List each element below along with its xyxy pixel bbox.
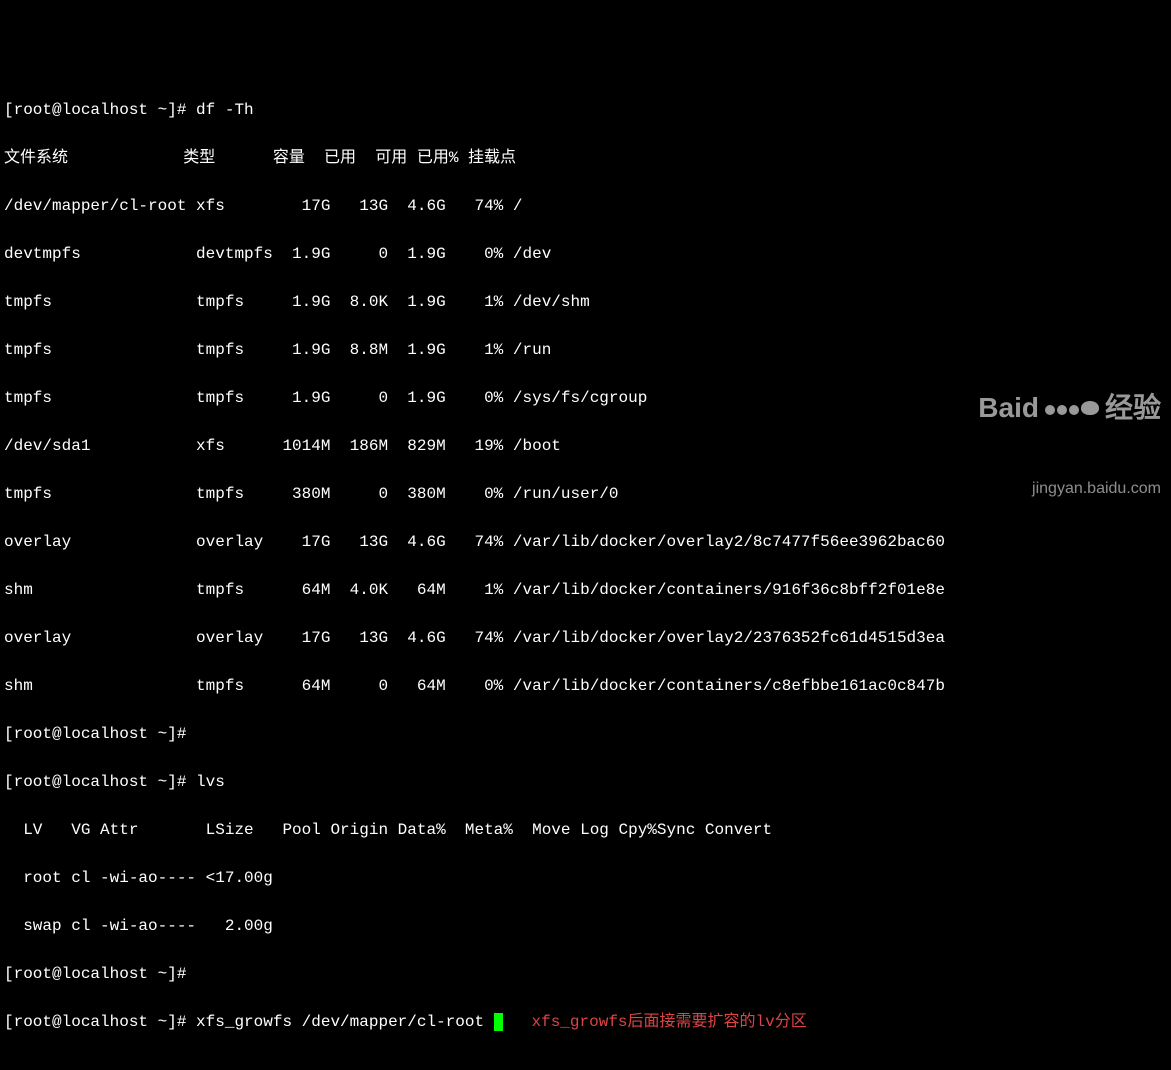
cmd-current-text: [root@localhost ~]# xfs_growfs /dev/mapp… xyxy=(4,1013,494,1031)
lvs-row: swap cl -wi-ao---- 2.00g xyxy=(4,914,1167,938)
df-row: shm tmpfs 64M 0 64M 0% /var/lib/docker/c… xyxy=(4,674,1167,698)
term-line-prev: [root@localhost ~]# df -Th xyxy=(4,98,1167,122)
df-row: tmpfs tmpfs 1.9G 0 1.9G 0% /sys/fs/cgrou… xyxy=(4,386,1167,410)
annotation-text: xfs_growfs后面接需要扩容的lv分区 xyxy=(532,1013,807,1031)
df-row: overlay overlay 17G 13G 4.6G 74% /var/li… xyxy=(4,530,1167,554)
cmd-lvs: [root@localhost ~]# lvs xyxy=(4,770,1167,794)
df-row: shm tmpfs 64M 4.0K 64M 1% /var/lib/docke… xyxy=(4,578,1167,602)
df-row: overlay overlay 17G 13G 4.6G 74% /var/li… xyxy=(4,626,1167,650)
df-row: /dev/sda1 xfs 1014M 186M 829M 19% /boot xyxy=(4,434,1167,458)
lvs-header: LV VG Attr LSize Pool Origin Data% Meta%… xyxy=(4,818,1167,842)
df-header: 文件系统 类型 容量 已用 可用 已用% 挂载点 xyxy=(4,146,1167,170)
prompt-empty[interactable]: [root@localhost ~]# xyxy=(4,722,1167,746)
cursor-block xyxy=(494,1013,503,1031)
df-row: /dev/mapper/cl-root xfs 17G 13G 4.6G 74%… xyxy=(4,194,1167,218)
cmd-current[interactable]: [root@localhost ~]# xfs_growfs /dev/mapp… xyxy=(4,1010,1167,1034)
df-row: tmpfs tmpfs 1.9G 8.8M 1.9G 1% /run xyxy=(4,338,1167,362)
prompt-empty[interactable]: [root@localhost ~]# xyxy=(4,962,1167,986)
df-row: tmpfs tmpfs 380M 0 380M 0% /run/user/0 xyxy=(4,482,1167,506)
lvs-row: root cl -wi-ao---- <17.00g xyxy=(4,866,1167,890)
df-row: tmpfs tmpfs 1.9G 8.0K 1.9G 1% /dev/shm xyxy=(4,290,1167,314)
df-row: devtmpfs devtmpfs 1.9G 0 1.9G 0% /dev xyxy=(4,242,1167,266)
